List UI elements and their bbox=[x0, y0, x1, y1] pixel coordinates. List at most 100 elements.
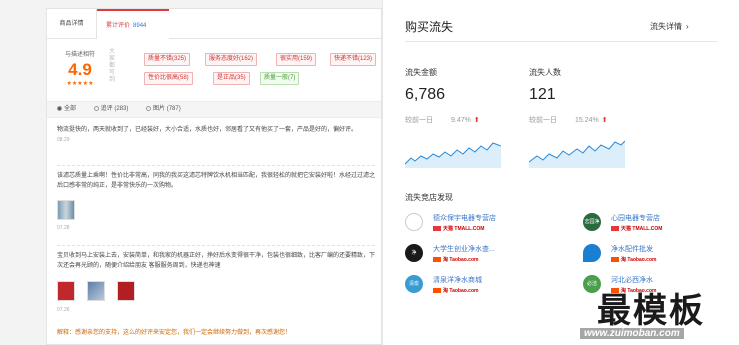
store-name: 大学生创业净水查... bbox=[433, 246, 495, 253]
review-item: 宝贝收到马上安装上去，安装简单，和我家的机器正好，挣好后水变得很干净，包装也很细… bbox=[57, 251, 377, 271]
metric-loss-people: 流失人数 121 较前一日 15.24% ⬆ bbox=[529, 67, 649, 125]
store-platform: 淘 Taobao.com bbox=[611, 256, 656, 263]
screen: 商品详情 累计评价 8944 与描述相符 4.9 ★★★★★ 大家都写到 质量不错… bbox=[0, 0, 739, 345]
loss-detail-label: 流失详情 bbox=[650, 22, 682, 31]
taobao-icon bbox=[611, 257, 619, 262]
sparkline-loss-people bbox=[529, 140, 625, 168]
score-label: 与描述相符 bbox=[64, 52, 95, 58]
review-panel: 商品详情 累计评价 8944 与描述相符 4.9 ★★★★★ 大家都写到 质量不错… bbox=[46, 8, 382, 345]
review-date: 08.29 bbox=[57, 137, 70, 143]
review-photo[interactable] bbox=[117, 281, 135, 301]
tag-chip[interactable]: 服务态度好(162) bbox=[205, 53, 258, 66]
platform-label: 淘 Taobao.com bbox=[443, 288, 479, 294]
filter-all[interactable]: 全部 bbox=[57, 106, 84, 112]
platform-label: 淘 Taobao.com bbox=[621, 257, 657, 263]
review-tabs: 商品详情 累计评价 8944 bbox=[47, 9, 381, 40]
competitor-store[interactable]: 德众保宇电器专营店 天猫 TMALL.COM bbox=[405, 213, 565, 237]
tmall-icon bbox=[433, 226, 441, 231]
tag-chip[interactable]: 质量不错(325) bbox=[144, 53, 191, 66]
store-logo-icon: 清泉 bbox=[405, 275, 423, 293]
review-text: 该滤芯质量上乘啊！性价比非常高，同我的我买这滤芯特牌饮水机相当匹配，我很轻松的就… bbox=[57, 173, 376, 189]
filter-append-label: 追评 (283) bbox=[100, 106, 129, 112]
metric-compare: 较前一日 15.24% ⬆ bbox=[529, 115, 649, 125]
metric-label: 流失人数 bbox=[529, 68, 561, 77]
review-date: 07.28 bbox=[57, 225, 70, 231]
watermark-url: www.zuimoban.com bbox=[580, 328, 684, 339]
review-item: 该滤芯质量上乘啊！性价比非常高，同我的我买这滤芯特牌饮水机相当匹配，我很轻松的就… bbox=[57, 171, 377, 191]
taobao-icon bbox=[433, 288, 441, 293]
competitors-title: 流失竞店发现 bbox=[405, 193, 453, 202]
tag-chip[interactable]: 是正品(35) bbox=[213, 72, 250, 85]
tab-reviews[interactable]: 累计评价 8944 bbox=[97, 9, 169, 40]
platform-label: 天猫 TMALL.COM bbox=[443, 226, 485, 232]
review-date-row: 07.26 bbox=[57, 305, 377, 315]
store-platform: 淘 Taobao.com bbox=[433, 256, 478, 263]
store-logo-icon bbox=[405, 213, 423, 231]
store-name: 德众保宇电器专营店 bbox=[433, 215, 496, 222]
seller-reply: 解释：感谢亲您的支持，这么的好评来安定您，我们一定会继续努力做到，再次感谢您！ bbox=[57, 330, 292, 336]
platform-label: 淘 Taobao.com bbox=[443, 257, 479, 263]
tag-chip[interactable]: 很实用(159) bbox=[276, 53, 317, 66]
divider bbox=[405, 41, 718, 42]
review-date: 07.26 bbox=[57, 307, 70, 313]
competitor-store[interactable]: 志园净水 心园电器专营店 天猫 TMALL.COM bbox=[583, 213, 723, 243]
sparkline-loss-amount bbox=[405, 142, 501, 168]
radio-icon bbox=[146, 106, 152, 111]
score-box: 与描述相符 4.9 ★★★★★ bbox=[55, 49, 105, 87]
compare-label: 较前一日 bbox=[405, 117, 433, 124]
review-filter: 全部 追评 (283) 图片 (787) bbox=[47, 101, 381, 118]
competitor-store[interactable]: 清泉 清泉洋净水商城 淘 Taobao.com bbox=[405, 275, 565, 299]
tag-heading: 大家都写到 bbox=[109, 49, 116, 83]
metric-value: 6,786 bbox=[405, 86, 446, 103]
review-photo[interactable] bbox=[57, 200, 75, 220]
compare-change: 9.47% bbox=[451, 117, 471, 124]
metric-compare: 较前一日 9.47% ⬆ bbox=[405, 115, 525, 125]
review-text: 宝贝收到马上安装上去，安装简单，和我家的机器正好，挣好后水变得很干净，包装也很细… bbox=[57, 253, 376, 269]
star-rating-icon: ★★★★★ bbox=[66, 81, 94, 87]
tag-chip[interactable]: 性价比很高(58) bbox=[144, 72, 193, 85]
radio-checked-icon bbox=[57, 106, 62, 111]
metric-loss-amount: 流失金额 6,786 较前一日 9.47% ⬆ bbox=[405, 67, 525, 125]
platform-label: 天猫 TMALL.COM bbox=[621, 226, 663, 232]
store-name: 净水配件批发 bbox=[611, 246, 653, 253]
review-photo[interactable] bbox=[57, 281, 75, 301]
store-logo-icon bbox=[583, 244, 601, 262]
compare-label: 较前一日 bbox=[529, 117, 557, 124]
competitor-store[interactable]: 净 大学生创业净水查... 淘 Taobao.com bbox=[405, 244, 565, 268]
tag-chip[interactable]: 快递不错(123) bbox=[330, 53, 377, 66]
filter-pics-label: 图片 (787) bbox=[153, 106, 181, 112]
store-platform: 天猫 TMALL.COM bbox=[433, 225, 484, 232]
filter-all-label: 全部 bbox=[64, 106, 77, 112]
tag-chip[interactable]: 质量一般(7) bbox=[260, 72, 300, 85]
filter-pics[interactable]: 图片 (787) bbox=[146, 106, 189, 112]
divider bbox=[57, 165, 375, 166]
tab-product-detail[interactable]: 商品详情 bbox=[47, 9, 97, 39]
review-count: 8944 bbox=[133, 23, 147, 29]
store-platform: 天猫 TMALL.COM bbox=[611, 225, 662, 232]
tab-reviews-label: 累计评价 bbox=[106, 23, 131, 29]
taobao-icon bbox=[433, 257, 441, 262]
score-value: 4.9 bbox=[68, 60, 92, 79]
metric-value: 121 bbox=[529, 86, 556, 103]
review-date-row: 07.28 bbox=[57, 223, 377, 233]
store-logo-icon: 志园净水 bbox=[583, 213, 601, 243]
tmall-icon bbox=[611, 226, 619, 231]
metric-label: 流失金额 bbox=[405, 68, 437, 77]
loss-detail-link[interactable]: 流失详情 › bbox=[650, 21, 689, 32]
review-text: 物流挺快的，两天就收到了，已经装好，大小合适，水质也好，邻居看了又有他买了一套，… bbox=[57, 127, 358, 133]
arrow-up-icon: ⬆ bbox=[601, 117, 608, 124]
panel-title: 购买流失 bbox=[405, 20, 454, 34]
review-item: 物流挺快的，两天就收到了，已经装好，大小合适，水质也好，邻居看了又有他买了一套，… bbox=[57, 125, 377, 145]
store-logo-icon: 净 bbox=[405, 244, 423, 262]
radio-icon bbox=[93, 106, 99, 111]
competitor-store[interactable]: 净水配件批发 淘 Taobao.com bbox=[583, 244, 723, 268]
chevron-right-icon: › bbox=[686, 22, 689, 31]
compare-change: 15.24% bbox=[575, 117, 599, 124]
arrow-up-icon: ⬆ bbox=[473, 117, 480, 124]
store-name: 清泉洋净水商城 bbox=[433, 277, 482, 284]
divider bbox=[57, 245, 375, 246]
store-name: 心园电器专营店 bbox=[611, 215, 660, 222]
filter-append[interactable]: 追评 (283) bbox=[93, 106, 137, 112]
review-photo[interactable] bbox=[87, 281, 105, 301]
store-platform: 淘 Taobao.com bbox=[433, 287, 478, 294]
